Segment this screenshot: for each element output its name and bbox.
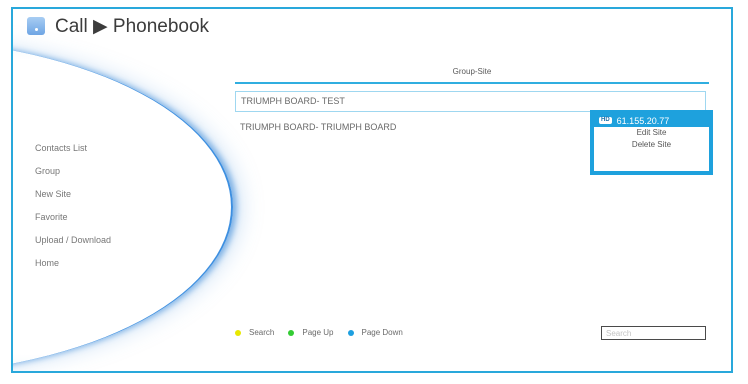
phone-icon [27, 17, 45, 35]
menu-item-favorite[interactable]: Favorite [35, 206, 111, 229]
menu-item-home[interactable]: Home [35, 252, 111, 275]
legend-search[interactable]: Search [235, 328, 274, 337]
site-row-triumph-board-test[interactable]: TRIUMPH BOARD- TEST [235, 91, 706, 112]
site-ip-address: 61.155.20.77 [616, 115, 670, 126]
title-bar: Call ▶ Phonebook [27, 11, 209, 41]
delete-site-button[interactable]: Delete Site [594, 139, 709, 151]
group-site-header: Group-Site [235, 62, 709, 84]
legend-page-up-label: Page Up [302, 328, 334, 337]
side-menu: Contacts List Group New Site Favorite Up… [35, 137, 111, 275]
menu-item-group[interactable]: Group [35, 160, 111, 183]
hd-badge-icon: HD [599, 117, 612, 124]
green-dot-icon [288, 329, 295, 336]
legend-search-label: Search [249, 328, 275, 337]
footer-legend: Search Page Up Page Down [235, 328, 417, 337]
phonebook-frame: Call ▶ Phonebook Contacts List Group New… [11, 7, 733, 373]
edit-site-button[interactable]: Edit Site [594, 127, 709, 139]
yellow-dot-icon [235, 329, 241, 336]
legend-page-up[interactable]: Page Up [288, 328, 334, 337]
site-ip-item[interactable]: HD 61.155.20.77 [594, 114, 709, 127]
menu-item-new-site[interactable]: New Site [35, 183, 111, 206]
search-input[interactable] [601, 326, 706, 340]
page-title: Call ▶ Phonebook [55, 15, 210, 37]
legend-page-down[interactable]: Page Down [347, 328, 403, 337]
menu-item-upload-download[interactable]: Upload / Download [35, 229, 111, 252]
menu-item-contacts-list[interactable]: Contacts List [35, 137, 111, 160]
site-context-menu: HD 61.155.20.77 Edit Site Delete Site [590, 110, 713, 175]
blue-dot-icon [347, 329, 354, 336]
legend-page-down-label: Page Down [361, 328, 403, 337]
